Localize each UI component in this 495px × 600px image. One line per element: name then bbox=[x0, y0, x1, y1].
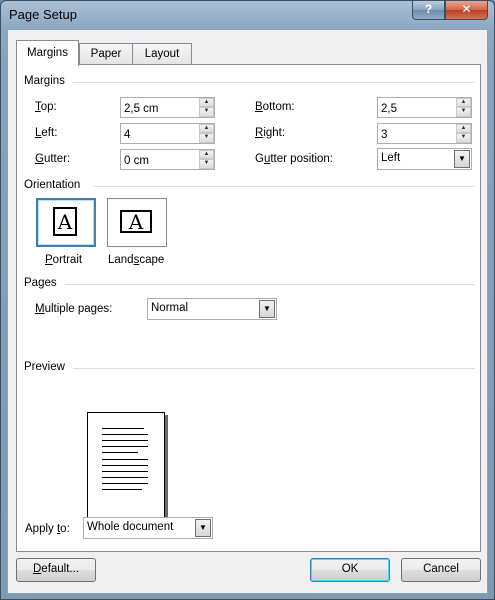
gutter-field[interactable]: ▲ ▼ bbox=[120, 149, 215, 170]
portrait-page-icon: A bbox=[53, 207, 77, 236]
tab-paper[interactable]: Paper bbox=[79, 43, 133, 65]
bottom-margin-input[interactable] bbox=[378, 98, 456, 117]
close-button[interactable]: ✕ bbox=[445, 1, 488, 20]
tab-layout[interactable]: Layout bbox=[132, 43, 192, 65]
portrait-label: Portrait bbox=[45, 254, 83, 266]
gutter-position-label: Gutter position: bbox=[255, 153, 334, 165]
default-button[interactable]: Default... bbox=[16, 558, 96, 582]
left-margin-up-arrow-icon[interactable]: ▲ bbox=[199, 124, 214, 133]
right-margin-down-arrow-icon[interactable]: ▼ bbox=[456, 133, 471, 143]
page-preview-thumbnail bbox=[87, 412, 165, 521]
gutter-label: Gutter: bbox=[35, 153, 71, 165]
margins-group-label: Margins bbox=[24, 75, 65, 87]
landscape-option[interactable]: A bbox=[107, 198, 167, 247]
orientation-group-label: Orientation bbox=[24, 179, 81, 191]
bottom-margin-label: Bottom: bbox=[255, 101, 295, 113]
title-bar[interactable]: Page Setup ? ✕ bbox=[1, 1, 494, 29]
apply-to-dropdown[interactable]: Whole document ▼ bbox=[83, 517, 213, 539]
preview-text-line bbox=[102, 446, 148, 447]
preview-text-line bbox=[102, 428, 144, 429]
top-margin-up-arrow-icon[interactable]: ▲ bbox=[199, 98, 214, 107]
left-margin-down-arrow-icon[interactable]: ▼ bbox=[199, 133, 214, 143]
preview-divider bbox=[73, 368, 475, 369]
orientation-divider bbox=[93, 186, 475, 187]
gutter-spinner[interactable]: ▲ ▼ bbox=[199, 150, 214, 169]
right-margin-field[interactable]: ▲ ▼ bbox=[377, 123, 472, 144]
landscape-label: Landscape bbox=[108, 254, 165, 266]
left-margin-label: Left: bbox=[35, 127, 58, 139]
multiple-pages-label: Multiple pages: bbox=[35, 303, 113, 315]
left-margin-input[interactable] bbox=[121, 124, 199, 143]
multiple-pages-value: Normal bbox=[151, 302, 189, 314]
top-margin-label: Top: bbox=[35, 101, 57, 113]
preview-text-line bbox=[102, 452, 138, 453]
margins-divider bbox=[73, 82, 475, 83]
multiple-pages-chevron-down-icon[interactable]: ▼ bbox=[259, 300, 275, 318]
gutter-position-dropdown[interactable]: Left ▼ bbox=[377, 148, 472, 170]
bottom-margin-spinner[interactable]: ▲ ▼ bbox=[456, 98, 471, 117]
ok-button[interactable]: OK bbox=[310, 558, 390, 582]
top-margin-spinner[interactable]: ▲ ▼ bbox=[199, 98, 214, 117]
preview-text-line bbox=[102, 471, 148, 472]
right-margin-label: Right: bbox=[255, 127, 286, 139]
margins-tab-panel: Margins Top: ▲ ▼ Left: ▲ ▼ Gutter: bbox=[16, 64, 481, 552]
preview-text-line bbox=[102, 440, 148, 441]
page-setup-dialog: Page Setup ? ✕ Margins Paper Layout Marg… bbox=[0, 0, 495, 600]
gutter-up-arrow-icon[interactable]: ▲ bbox=[199, 150, 214, 159]
pages-group-label: Pages bbox=[24, 277, 57, 289]
landscape-page-icon: A bbox=[120, 210, 152, 233]
tab-margins[interactable]: Margins bbox=[16, 40, 79, 66]
gutter-position-value: Left bbox=[381, 152, 401, 164]
bottom-margin-field[interactable]: ▲ ▼ bbox=[377, 97, 472, 118]
bottom-margin-down-arrow-icon[interactable]: ▼ bbox=[456, 107, 471, 117]
top-margin-field[interactable]: ▲ ▼ bbox=[120, 97, 215, 118]
gutter-position-chevron-down-icon[interactable]: ▼ bbox=[454, 150, 470, 168]
top-margin-input[interactable] bbox=[121, 98, 199, 117]
preview-text-line bbox=[102, 489, 142, 490]
preview-text-line bbox=[102, 459, 148, 460]
preview-text-line bbox=[102, 465, 148, 466]
bottom-margin-up-arrow-icon[interactable]: ▲ bbox=[456, 98, 471, 107]
preview-text-line bbox=[102, 434, 148, 435]
apply-to-value: Whole document bbox=[87, 521, 174, 533]
preview-text-line bbox=[102, 477, 148, 478]
top-margin-down-arrow-icon[interactable]: ▼ bbox=[199, 107, 214, 117]
portrait-option[interactable]: A bbox=[36, 198, 96, 247]
right-margin-up-arrow-icon[interactable]: ▲ bbox=[456, 124, 471, 133]
preview-group-label: Preview bbox=[24, 361, 65, 373]
preview-text-line bbox=[102, 483, 148, 484]
help-button[interactable]: ? bbox=[412, 1, 445, 20]
right-margin-input[interactable] bbox=[378, 124, 456, 143]
right-margin-spinner[interactable]: ▲ ▼ bbox=[456, 124, 471, 143]
gutter-down-arrow-icon[interactable]: ▼ bbox=[199, 159, 214, 169]
dialog-body: Margins Paper Layout Margins Top: ▲ ▼ Le… bbox=[7, 29, 488, 594]
left-margin-spinner[interactable]: ▲ ▼ bbox=[199, 124, 214, 143]
window-title: Page Setup bbox=[9, 7, 77, 22]
apply-to-label: Apply to: bbox=[25, 523, 70, 535]
pages-divider bbox=[65, 284, 475, 285]
multiple-pages-dropdown[interactable]: Normal ▼ bbox=[147, 298, 277, 320]
gutter-input[interactable] bbox=[121, 150, 199, 169]
left-margin-field[interactable]: ▲ ▼ bbox=[120, 123, 215, 144]
apply-to-chevron-down-icon[interactable]: ▼ bbox=[195, 519, 211, 537]
cancel-button[interactable]: Cancel bbox=[401, 558, 481, 582]
